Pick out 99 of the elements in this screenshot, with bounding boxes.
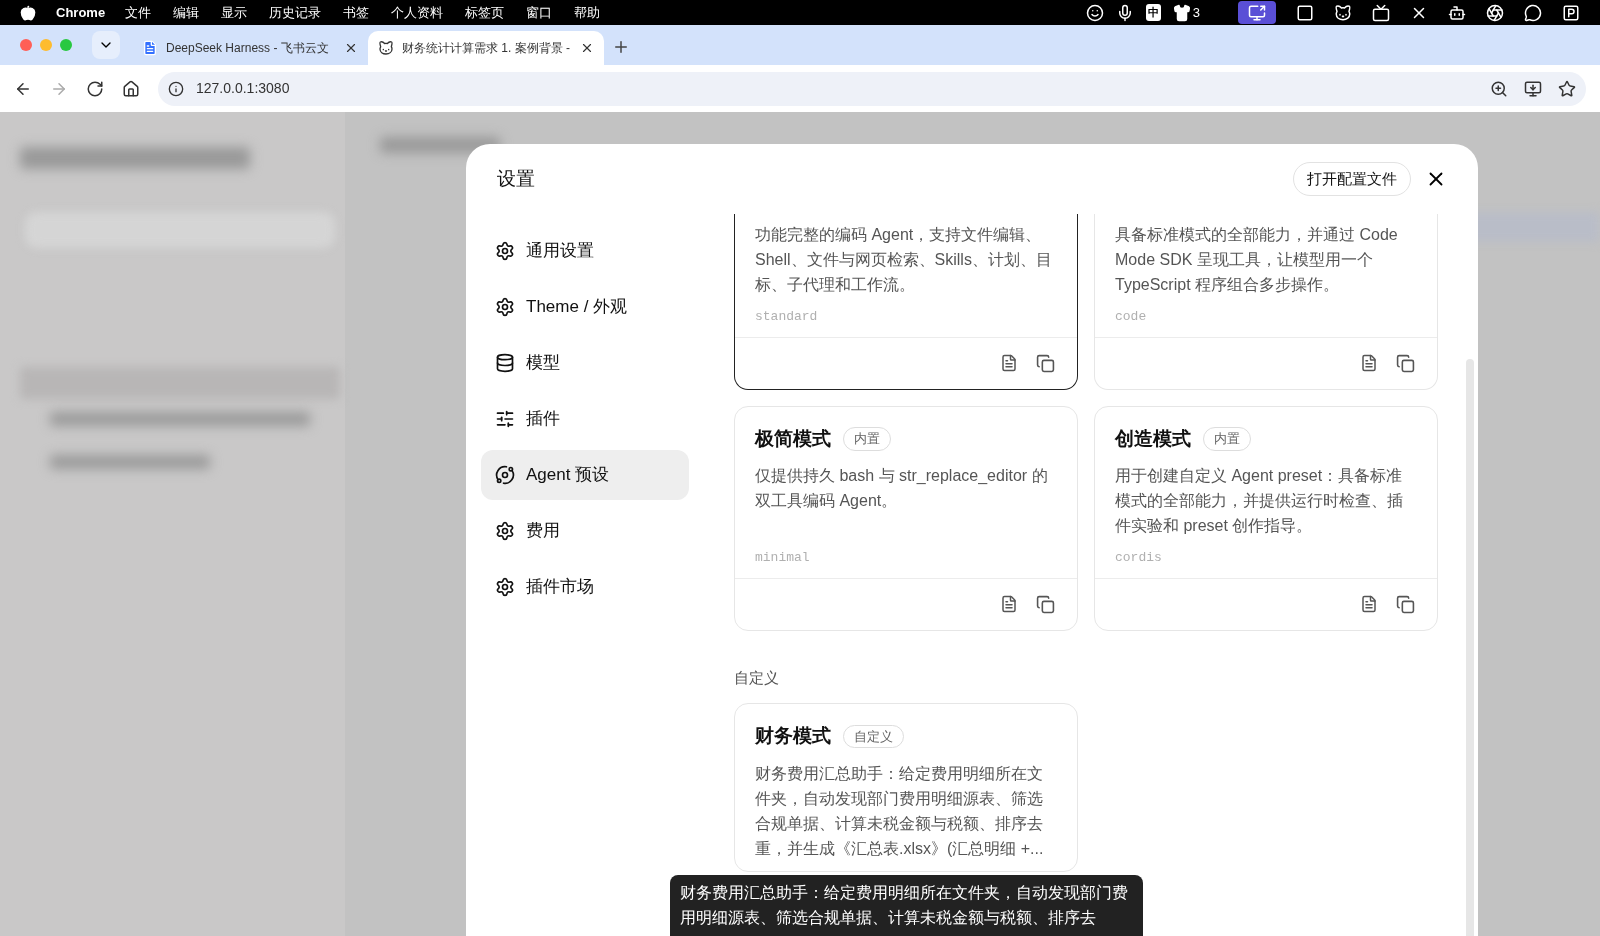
nav-item[interactable]: 插件市场 — [481, 562, 689, 612]
close-icon[interactable] — [344, 41, 358, 55]
preset-slug: minimal — [755, 549, 811, 567]
scrollbar[interactable] — [1466, 359, 1474, 936]
preset-description: 仅提供持久 bash 与 str_replace_editor 的双工具编码 Agent。 — [755, 466, 1049, 511]
square-icon[interactable] — [1296, 3, 1314, 22]
preset-description: 财务费用汇总助手：给定费用明细所在文件夹，自动发现部门费用明细源表、筛选合规单据、计算未税金额与税额、排序去重，并生成《汇总表.xlsx》(汇总明细 +... — [755, 763, 1045, 859]
new-tab-icon[interactable] — [612, 38, 630, 56]
install-icon[interactable] — [1524, 79, 1542, 98]
document-icon — [1360, 354, 1378, 372]
parking-icon[interactable] — [1562, 3, 1580, 22]
reload-icon[interactable] — [86, 79, 104, 98]
nav-label: 模型 — [526, 352, 560, 375]
copy-button[interactable] — [1396, 353, 1415, 373]
document-icon — [1000, 595, 1018, 613]
preset-title: 财务模式 — [755, 724, 831, 748]
preset-description: 用于创建自定义 Agent preset：具备标准模式的全部能力，并提供运行时检查、插件实验和 preset 创作指导。 — [1115, 466, 1404, 536]
edit-button[interactable] — [1360, 595, 1378, 613]
edit-button[interactable] — [1000, 354, 1018, 372]
nav-item[interactable]: Theme / 外观 — [481, 282, 689, 332]
nav-label: Theme / 外观 — [526, 296, 628, 319]
copy-icon — [1396, 353, 1415, 373]
close-icon[interactable] — [580, 41, 594, 55]
bookmark-icon[interactable] — [1558, 79, 1576, 98]
screen-share-icon — [1248, 3, 1266, 22]
menu-item[interactable]: 窗口 — [526, 2, 553, 23]
tab-search-button[interactable] — [92, 31, 120, 59]
menu-item[interactable]: 文件 — [125, 2, 152, 23]
screen-share-button[interactable] — [1238, 1, 1276, 24]
section-heading: 自定义 — [734, 667, 780, 688]
nav-label: 插件 — [526, 408, 560, 431]
settings-icon — [495, 521, 515, 541]
address-bar[interactable]: 127.0.0.1:3080 — [158, 71, 1586, 106]
dialog-title: 设置 — [497, 166, 535, 191]
browser-tab[interactable]: 财务统计计算需求 1. 案例背景 - — [368, 31, 604, 65]
nav-item[interactable]: Agent 预设 — [481, 450, 689, 500]
preset-description: 具备标准模式的全部能力，并通过 Code Mode SDK 呈现工具，让模型用一个 TypeScript 程序组合多步操作。 — [1115, 225, 1399, 295]
tab-title: 财务统计计算需求 1. 案例背景 - — [402, 40, 571, 57]
preset-card[interactable]: 创造模式 内置 用于创建自定义 Agent preset：具备标准模式的全部能力，并提供运行时检查、插件实验和 preset 创作指导。 cordis — [1094, 405, 1438, 631]
settings-icon — [495, 241, 515, 261]
url-text: 127.0.0.1:3080 — [196, 79, 290, 98]
preset-card[interactable]: 财务模式 自定义 财务费用汇总助手：给定费用明细所在文件夹，自动发现部门费用明细源表、筛选合规单据、计算未税金额与税额、排序去重，并生成《汇总表.xlsx》(汇总明细 +... — [734, 703, 1078, 872]
app-menu[interactable]: Chrome — [56, 2, 106, 23]
shirt-count: 3 — [1192, 3, 1200, 22]
copy-icon — [1396, 594, 1415, 614]
copy-button[interactable] — [1036, 594, 1055, 614]
document-icon — [142, 40, 158, 56]
nav-label: 通用设置 — [526, 240, 594, 263]
menu-item[interactable]: 标签页 — [465, 2, 505, 23]
database-icon — [495, 353, 515, 373]
preset-slug: standard — [755, 308, 819, 326]
document-icon — [1000, 354, 1018, 372]
nav-item[interactable]: 模型 — [481, 338, 689, 388]
chat-icon[interactable] — [1524, 3, 1542, 22]
home-icon[interactable] — [122, 79, 140, 98]
nav-label: 插件市场 — [526, 576, 594, 599]
nav-label: Agent 预设 — [526, 464, 610, 487]
info-icon[interactable] — [168, 80, 184, 97]
nav-item[interactable]: 通用设置 — [481, 226, 689, 276]
preset-card[interactable]: 极简模式 内置 仅提供持久 bash 与 str_replace_editor 的双工具编码 Agent。 minimal — [734, 405, 1078, 631]
sliders-icon — [495, 409, 515, 429]
browser-tab[interactable]: DeepSeek Harness - 飞书云文 — [132, 31, 368, 65]
menu-item[interactable]: 显示 — [221, 2, 248, 23]
preset-card[interactable]: 功能完整的编码 Agent，支持文件编辑、Shell、文件与网页检索、Skills、计划、目标、子代理和工作流。 standard — [734, 214, 1078, 390]
nav-label: 费用 — [526, 520, 560, 543]
preset-title: 创造模式 — [1115, 426, 1191, 451]
menu-item[interactable]: 帮助 — [574, 2, 601, 23]
copy-button[interactable] — [1396, 594, 1415, 614]
nav-item[interactable]: 插件 — [481, 394, 689, 444]
input-method-indicator[interactable]: 中 — [1145, 4, 1161, 21]
preset-title: 极简模式 — [755, 426, 831, 451]
copy-button[interactable] — [1036, 353, 1055, 373]
apple-icon[interactable] — [20, 4, 36, 21]
menu-item[interactable]: 编辑 — [173, 2, 200, 23]
preset-slug: cordis — [1115, 549, 1163, 567]
tooltip: 财务费用汇总助手：给定费用明细所在文件夹，自动发现部门费用明细源表、筛选合规单据、计算未税金额与税额、排序去 — [670, 875, 1143, 936]
settings-icon — [495, 297, 515, 317]
menu-item[interactable]: 历史记录 — [269, 2, 322, 23]
shirt-icon[interactable] — [1172, 3, 1191, 22]
orbit-icon — [495, 465, 515, 485]
settings-icon — [495, 577, 515, 597]
tv-icon[interactable] — [1372, 3, 1390, 22]
document-icon — [1360, 595, 1378, 613]
aperture-icon[interactable] — [1486, 3, 1504, 22]
edit-button[interactable] — [1000, 595, 1018, 613]
copy-icon — [1036, 353, 1055, 373]
menu-item[interactable]: 书签 — [343, 2, 370, 23]
zoom-icon[interactable] — [1490, 79, 1508, 98]
preset-card[interactable]: 具备标准模式的全部能力，并通过 Code Mode SDK 呈现工具，让模型用一个 TypeScript 程序组合多步操作。 code — [1094, 214, 1438, 390]
tab-title: DeepSeek Harness - 飞书云文 — [166, 40, 330, 57]
cat-icon[interactable] — [1334, 3, 1352, 22]
smiley-icon[interactable] — [1085, 3, 1104, 22]
menu-item[interactable]: 个人资料 — [391, 2, 444, 23]
preset-description: 功能完整的编码 Agent，支持文件编辑、Shell、文件与网页检索、Skills、计划、目标、子代理和工作流。 — [755, 225, 1053, 295]
robot-icon[interactable] — [1448, 3, 1466, 22]
nav-item[interactable]: 费用 — [481, 506, 689, 556]
copy-icon — [1036, 594, 1055, 614]
preset-slug: code — [1115, 308, 1148, 326]
edit-button[interactable] — [1360, 354, 1378, 372]
